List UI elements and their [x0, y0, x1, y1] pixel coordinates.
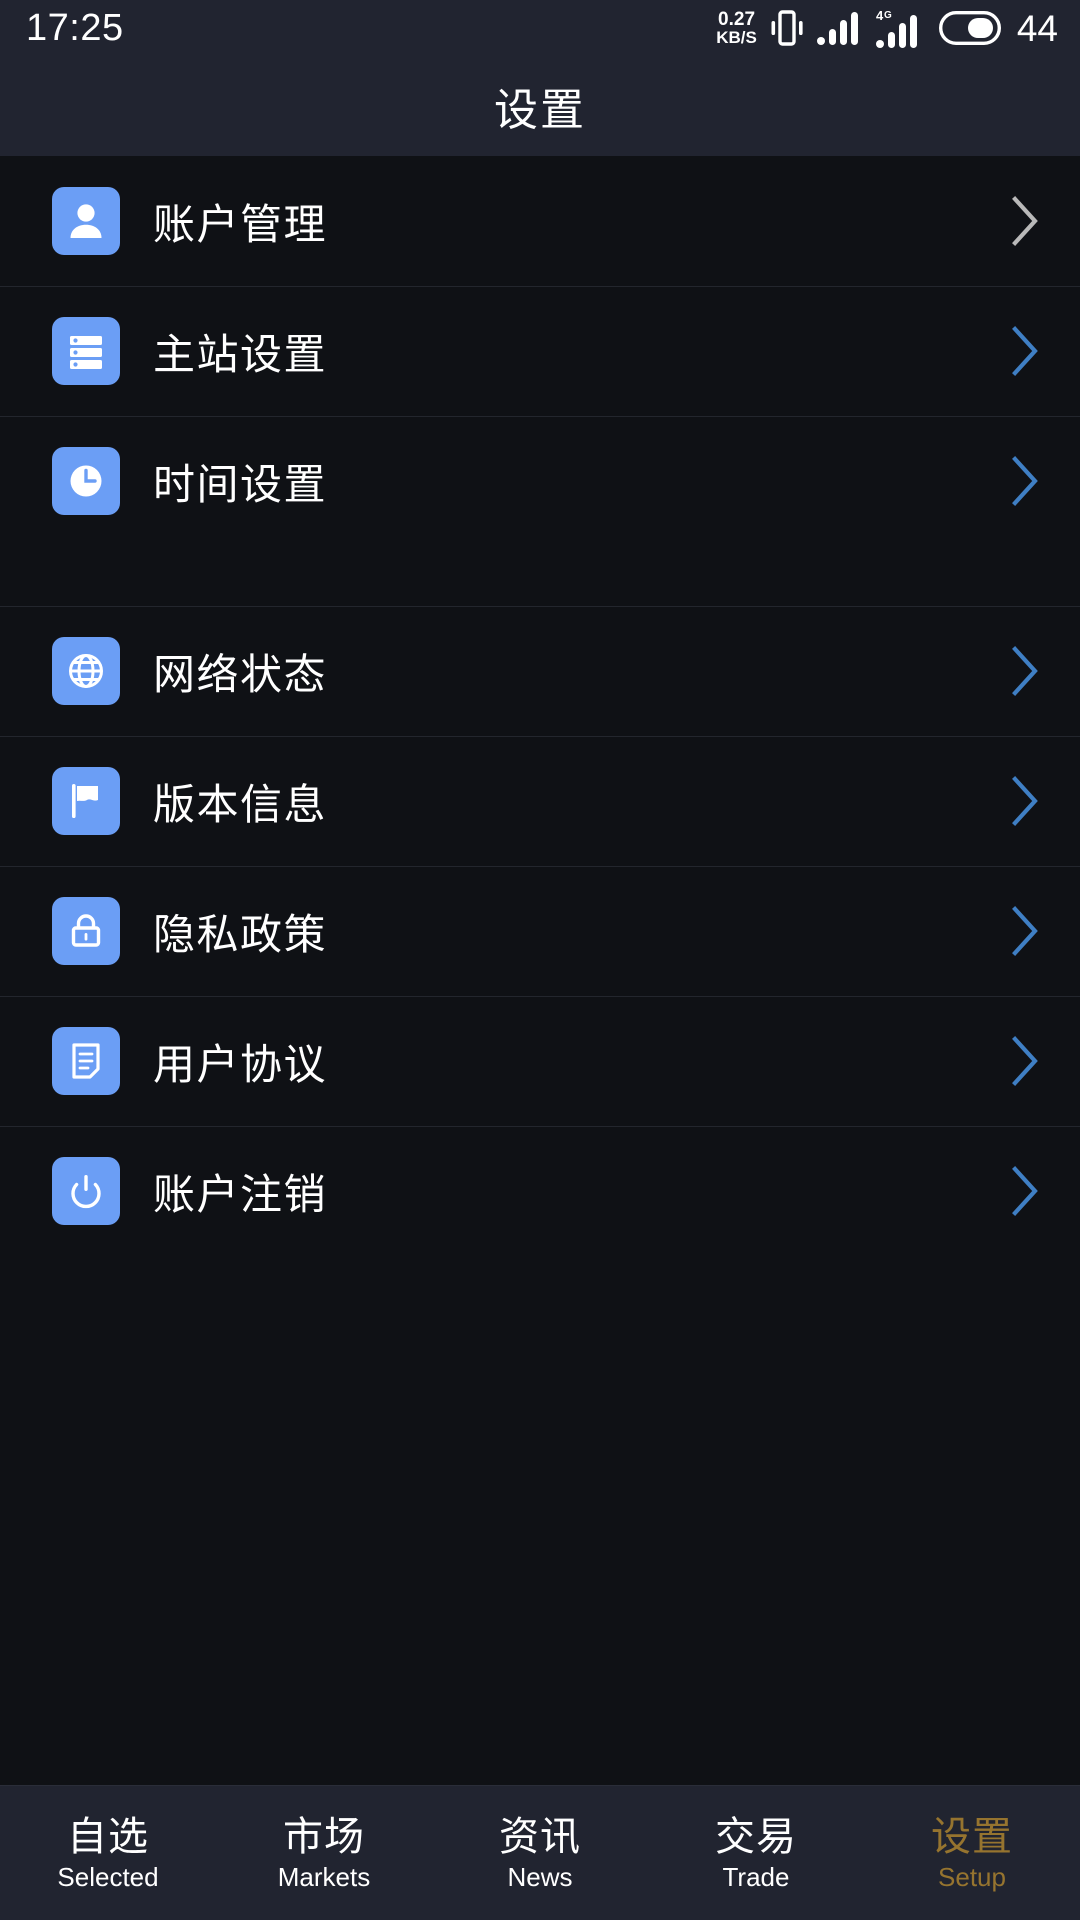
chevron-right-icon	[1008, 643, 1042, 699]
network-speed-unit: KB/S	[716, 28, 757, 48]
globe-icon	[52, 637, 120, 705]
chevron-right-icon	[1008, 1163, 1042, 1219]
tab-label-en: News	[507, 1861, 573, 1892]
user-icon	[52, 187, 120, 255]
settings-row-label: 网络状态	[153, 650, 328, 698]
chevron-right-icon	[1008, 1033, 1042, 1089]
tab-trade[interactable]: 交易 Trade	[648, 1817, 864, 1890]
tab-label-en: Trade	[722, 1861, 790, 1892]
settings-row-label: 隐私政策	[153, 910, 328, 958]
settings-row-privacy-policy[interactable]: 隐私政策	[0, 866, 1080, 996]
lock-icon	[52, 897, 120, 965]
tab-label-cn: 交易	[715, 1814, 797, 1859]
page-header: 设置	[0, 56, 1080, 156]
tab-selected[interactable]: 自选 Selected	[0, 1817, 216, 1890]
settings-group-info: 网络状态 版本信息 隐私政策 用户协议 账户注销	[0, 606, 1080, 1256]
vibrate-icon	[770, 8, 804, 48]
server-icon	[52, 317, 120, 385]
battery-icon	[938, 11, 1001, 45]
tab-news[interactable]: 资讯 News	[432, 1817, 648, 1890]
signal-bars-4g-icon: 4 G	[875, 8, 926, 48]
tab-markets[interactable]: 市场 Markets	[216, 1817, 432, 1890]
network-speed-indicator: 0.27 KB/S	[716, 8, 757, 48]
svg-text:4: 4	[876, 8, 884, 23]
status-bar-clock: 17:25	[26, 7, 124, 49]
bottom-tab-bar: 自选 Selected 市场 Markets 资讯 News 交易 Trade …	[0, 1785, 1080, 1920]
settings-row-account-management[interactable]: 账户管理	[0, 156, 1080, 286]
app-screen: 17:25 0.27 KB/S 4 G 44 设置 账户管理 主站设置 时间设置…	[0, 0, 1080, 1920]
chevron-right-icon	[1008, 773, 1042, 829]
section-separator	[0, 546, 1080, 606]
settings-row-account-deletion[interactable]: 账户注销	[0, 1126, 1080, 1256]
network-speed-value: 0.27	[718, 8, 756, 30]
chevron-right-icon	[1008, 193, 1042, 249]
status-bar-indicators: 0.27 KB/S 4 G 44	[716, 8, 1058, 48]
tab-label-cn: 资讯	[499, 1814, 581, 1859]
chevron-right-icon	[1008, 453, 1042, 509]
settings-row-network-status[interactable]: 网络状态	[0, 606, 1080, 736]
content-filler	[0, 1256, 1080, 1785]
flag-icon	[52, 767, 120, 835]
signal-bars-icon	[816, 11, 863, 45]
settings-row-version-info[interactable]: 版本信息	[0, 736, 1080, 866]
chevron-right-icon	[1008, 903, 1042, 959]
tab-setup[interactable]: 设置 Setup	[864, 1817, 1080, 1890]
clock-icon	[52, 447, 120, 515]
settings-row-label: 用户协议	[153, 1040, 328, 1088]
settings-row-label: 时间设置	[153, 460, 328, 508]
settings-group-account: 账户管理 主站设置 时间设置	[0, 156, 1080, 546]
tab-label-en: Selected	[57, 1861, 159, 1892]
tab-label-cn: 设置	[931, 1814, 1013, 1859]
settings-row-label: 版本信息	[153, 780, 328, 828]
power-icon	[52, 1157, 120, 1225]
tab-label-cn: 自选	[67, 1814, 149, 1859]
battery-level: 44	[1016, 7, 1058, 49]
tab-label-cn: 市场	[283, 1814, 365, 1859]
tab-label-en: Setup	[938, 1861, 1006, 1892]
settings-content: 账户管理 主站设置 时间设置 网络状态 版本信息 隐私政策 用户协议 账户注销	[0, 156, 1080, 1785]
page-title: 设置	[494, 86, 586, 135]
settings-row-label: 账户管理	[153, 200, 328, 248]
settings-row-main-site-settings[interactable]: 主站设置	[0, 286, 1080, 416]
svg-text:G: G	[884, 10, 892, 21]
settings-row-time-settings[interactable]: 时间设置	[0, 416, 1080, 546]
settings-row-label: 主站设置	[153, 330, 328, 378]
settings-row-label: 账户注销	[153, 1170, 328, 1218]
document-icon	[52, 1027, 120, 1095]
tab-label-en: Markets	[277, 1861, 371, 1892]
status-bar: 17:25 0.27 KB/S 4 G 44	[0, 0, 1080, 56]
chevron-right-icon	[1008, 323, 1042, 379]
settings-row-user-agreement[interactable]: 用户协议	[0, 996, 1080, 1126]
